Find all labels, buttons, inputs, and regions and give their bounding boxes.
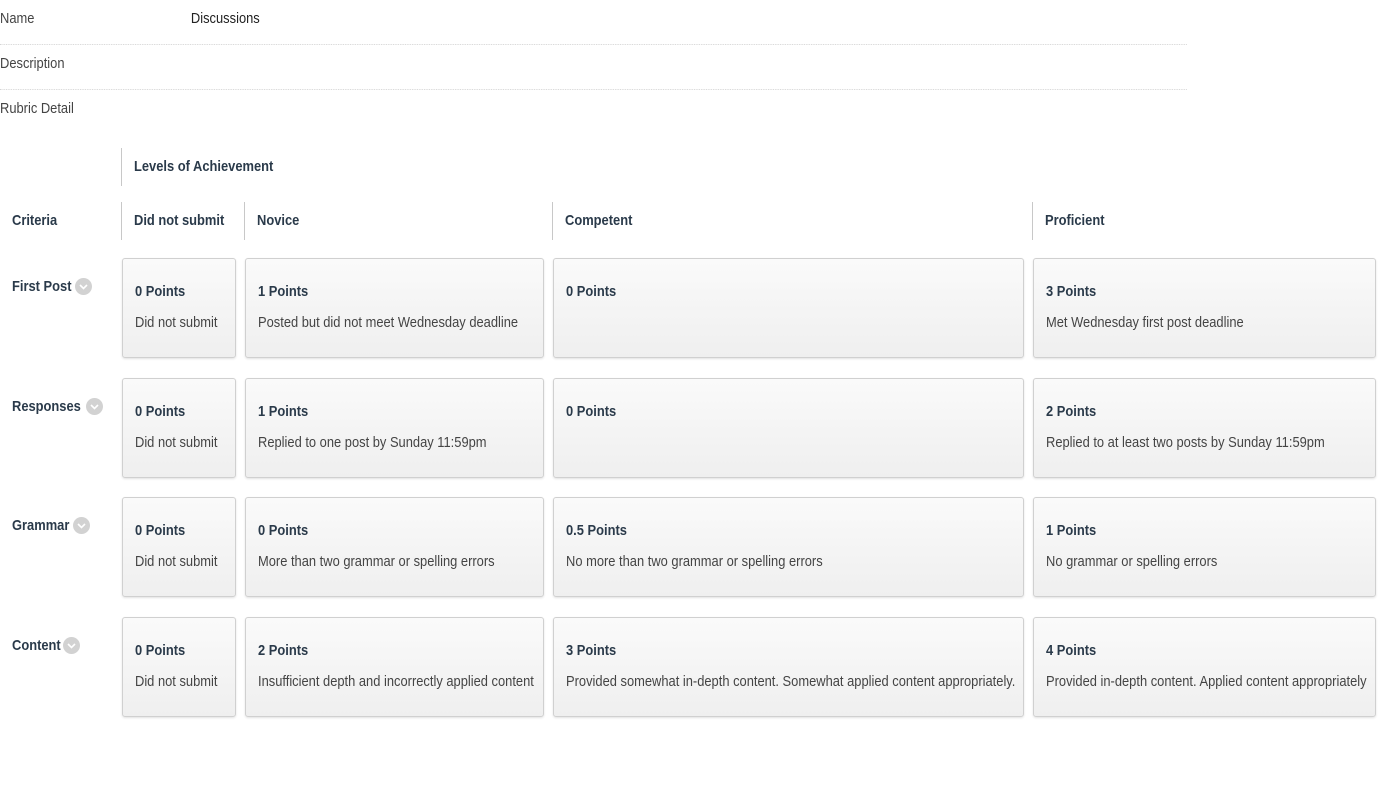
rubric-cell[interactable]: 1 Points Posted but did not meet Wednesd… (245, 258, 544, 358)
chevron-down-icon[interactable] (62, 637, 80, 654)
cell-points: 1 Points (258, 403, 309, 420)
rubric-cell[interactable]: 0 Points (553, 378, 1024, 478)
rubric-cell[interactable]: 2 Points Replied to at least two posts b… (1033, 378, 1376, 478)
rubric-cell[interactable]: 3 Points Met Wednesday first post deadli… (1033, 258, 1376, 358)
level-header-text: Competent (565, 212, 633, 229)
name-value: Discussions (190, 10, 260, 27)
cell-description: Did not submit (135, 434, 218, 451)
cell-description: Provided somewhat in-depth content. Some… (566, 673, 1016, 690)
rubric-detail-label: Rubric Detail (0, 100, 74, 117)
level-header-novice: Novice (244, 202, 550, 240)
levels-title-text: Levels of Achievement (134, 158, 274, 175)
cell-points: 0 Points (566, 403, 617, 420)
chevron-down-icon[interactable] (86, 398, 104, 415)
cell-points: 1 Points (1046, 522, 1097, 539)
cell-description: Did not submit (135, 553, 218, 570)
criterion-content: Content (12, 637, 80, 654)
cell-points: 0 Points (135, 403, 186, 420)
cell-points: 2 Points (258, 642, 309, 659)
cell-points: 0 Points (135, 283, 186, 300)
rubric-cell[interactable]: 0 Points More than two grammar or spelli… (245, 497, 544, 597)
rubric-page: Name Discussions Description Rubric Deta… (0, 0, 1380, 792)
criteria-header: Criteria (0, 202, 121, 240)
rubric-cell[interactable]: 0.5 Points No more than two grammar or s… (553, 497, 1024, 597)
description-label: Description (0, 55, 65, 72)
cell-points: 3 Points (566, 642, 617, 659)
criterion-label: First Post (12, 278, 72, 295)
cell-description: Did not submit (135, 314, 218, 331)
level-header-text: Did not submit (134, 212, 225, 229)
criterion-label: Grammar (12, 517, 70, 534)
level-header-proficient: Proficient (1032, 202, 1372, 240)
cell-points: 0 Points (258, 522, 309, 539)
name-row: Name Discussions (0, 0, 1187, 45)
level-header-did-not-submit: Did not submit (121, 202, 244, 240)
cell-points: 1 Points (258, 283, 309, 300)
cell-points: 3 Points (1046, 283, 1097, 300)
cell-description: Replied to at least two posts by Sunday … (1046, 434, 1325, 451)
levels-of-achievement-heading: Levels of Achievement (121, 148, 821, 186)
rubric-cell[interactable]: 0 Points Did not submit (122, 258, 236, 358)
level-header-text: Proficient (1045, 212, 1105, 229)
rubric-cell[interactable]: 0 Points Did not submit (122, 617, 236, 717)
cell-points: 0 Points (566, 283, 617, 300)
cell-points: 0.5 Points (566, 522, 627, 539)
level-header-competent: Competent (552, 202, 1022, 240)
cell-description: More than two grammar or spelling errors (258, 553, 495, 570)
description-row: Description (0, 45, 1187, 90)
criterion-responses: Responses (12, 398, 104, 415)
cell-points: 4 Points (1046, 642, 1097, 659)
cell-points: 0 Points (135, 522, 186, 539)
rubric-cell[interactable]: 0 Points (553, 258, 1024, 358)
rubric-cell[interactable]: 1 Points No grammar or spelling errors (1033, 497, 1376, 597)
criterion-label: Responses (12, 398, 81, 415)
level-header-text: Novice (257, 212, 300, 229)
criterion-first-post: First Post (12, 278, 93, 295)
cell-description: Posted but did not meet Wednesday deadli… (258, 314, 519, 331)
rubric-cell[interactable]: 4 Points Provided in-depth content. Appl… (1033, 617, 1376, 717)
cell-description: No more than two grammar or spelling err… (566, 553, 823, 570)
rubric-cell[interactable]: 3 Points Provided somewhat in-depth cont… (553, 617, 1024, 717)
criterion-grammar: Grammar (12, 517, 90, 534)
cell-description: Met Wednesday first post deadline (1046, 314, 1244, 331)
chevron-down-icon[interactable] (72, 517, 90, 534)
cell-description: Did not submit (135, 673, 218, 690)
rubric-cell[interactable]: 2 Points Insufficient depth and incorrec… (245, 617, 544, 717)
cell-description: No grammar or spelling errors (1046, 553, 1218, 570)
name-label: Name (0, 10, 35, 27)
cell-points: 0 Points (135, 642, 186, 659)
cell-description: Replied to one post by Sunday 11:59pm (258, 434, 487, 451)
rubric-cell[interactable]: 1 Points Replied to one post by Sunday 1… (245, 378, 544, 478)
rubric-detail-row: Rubric Detail (0, 90, 1187, 134)
cell-description: Provided in-depth content. Applied conte… (1046, 673, 1367, 690)
criteria-header-text: Criteria (12, 212, 58, 229)
cell-points: 2 Points (1046, 403, 1097, 420)
rubric-cell[interactable]: 0 Points Did not submit (122, 378, 236, 478)
chevron-down-icon[interactable] (75, 278, 93, 295)
criterion-label: Content (12, 637, 61, 654)
cell-description: Insufficient depth and incorrectly appli… (258, 673, 534, 690)
rubric-cell[interactable]: 0 Points Did not submit (122, 497, 236, 597)
